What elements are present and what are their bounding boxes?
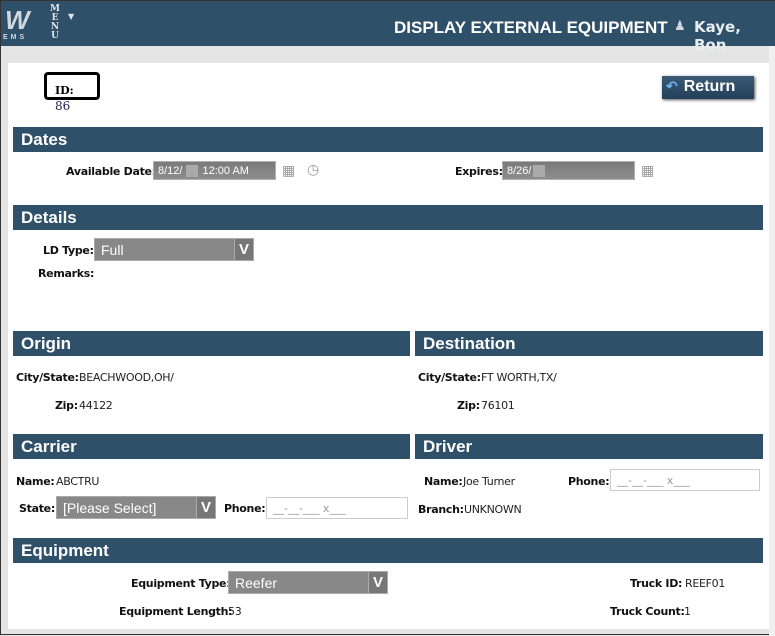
equipment-type-select[interactable]: Reefer V: [228, 571, 388, 594]
equipment-type-value: Reefer: [235, 575, 278, 591]
menu-caret-icon[interactable]: ▼: [68, 12, 74, 21]
clock-icon[interactable]: ◷: [307, 162, 319, 178]
driver-branch-label: Branch:: [418, 503, 464, 516]
calendar-icon[interactable]: ▦: [641, 163, 654, 179]
destination-zip-value: 76101: [481, 399, 515, 412]
truck-count-label: Truck Count:: [610, 605, 685, 618]
return-label: Return: [683, 78, 736, 95]
available-date-value: 8/12/: [158, 165, 183, 177]
driver-phone-label: Phone:: [568, 475, 610, 488]
ld-type-label: LD Type:: [43, 244, 94, 257]
section-driver: Driver: [415, 434, 763, 459]
ld-type-select[interactable]: Full V: [94, 238, 254, 261]
remarks-label: Remarks:: [38, 267, 95, 280]
available-date-label: Available Date:: [66, 165, 156, 178]
truck-id-value: REEF01: [685, 577, 726, 590]
available-date-input[interactable]: 8/12/ 12:00 AM: [153, 161, 276, 180]
logo-subtext: EMS: [3, 34, 28, 41]
id-box: ID: 86: [44, 72, 100, 113]
destination-city-label: City/State:: [418, 371, 481, 384]
truck-id-label: Truck ID:: [630, 577, 683, 590]
company-logo[interactable]: W: [5, 5, 41, 35]
expires-label: Expires:: [455, 165, 503, 178]
id-value: 86: [55, 99, 71, 113]
origin-city-label: City/State:: [16, 371, 79, 384]
user-name[interactable]: Kaye, Bon: [694, 18, 774, 54]
available-time-value: 12:00 AM: [202, 165, 249, 177]
driver-name-value: Joe Turner: [463, 475, 515, 488]
carrier-name-value: ABCTRU: [56, 475, 100, 488]
user-icon: ♟: [674, 19, 686, 34]
calendar-icon[interactable]: ▦: [282, 163, 295, 179]
carrier-name-label: Name:: [16, 475, 55, 488]
section-dates: Dates: [13, 127, 763, 152]
origin-city-value: BEACHWOOD,OH/: [79, 371, 174, 384]
section-carrier: Carrier: [13, 434, 410, 459]
scrollbar[interactable]: [769, 46, 775, 636]
carrier-state-select[interactable]: [Please Select] V: [56, 496, 216, 519]
expires-input[interactable]: 8/26/: [502, 161, 635, 180]
driver-phone-input[interactable]: __-__-___ x___: [610, 469, 760, 491]
driver-name-label: Name:: [424, 475, 463, 488]
page-title: DISPLAY EXTERNAL EQUIPMENT: [394, 18, 668, 37]
carrier-state-value: [Please Select]: [63, 500, 157, 516]
chevron-down-icon: V: [196, 497, 215, 518]
section-destination: Destination: [415, 331, 763, 356]
return-button[interactable]: ↶ Return: [662, 76, 754, 99]
carrier-state-label: State:: [19, 502, 55, 515]
id-label: ID:: [55, 84, 74, 97]
section-details: Details: [13, 205, 763, 230]
driver-branch-value: UNKNOWN: [464, 503, 522, 516]
origin-zip-value: 44122: [79, 399, 113, 412]
origin-zip-label: Zip:: [55, 399, 78, 412]
section-equipment: Equipment: [13, 538, 763, 563]
section-origin: Origin: [13, 331, 410, 356]
destination-zip-label: Zip:: [457, 399, 480, 412]
equipment-length-value: 53: [228, 605, 242, 618]
equipment-type-label: Equipment Type:: [131, 577, 231, 590]
carrier-phone-input[interactable]: __-__-___ x___: [266, 497, 408, 519]
expires-value: 8/26/: [507, 165, 532, 177]
carrier-phone-label: Phone:: [224, 502, 266, 515]
chevron-down-icon: V: [368, 572, 387, 593]
chevron-down-icon: V: [234, 239, 253, 260]
menu-button[interactable]: MENU: [50, 5, 60, 41]
destination-city-value: FT WORTH,TX/: [481, 371, 557, 384]
truck-count-value: 1: [684, 605, 691, 618]
equipment-length-label: Equipment Length:: [119, 605, 233, 618]
ld-type-value: Full: [101, 242, 124, 258]
return-icon: ↶: [666, 78, 678, 94]
